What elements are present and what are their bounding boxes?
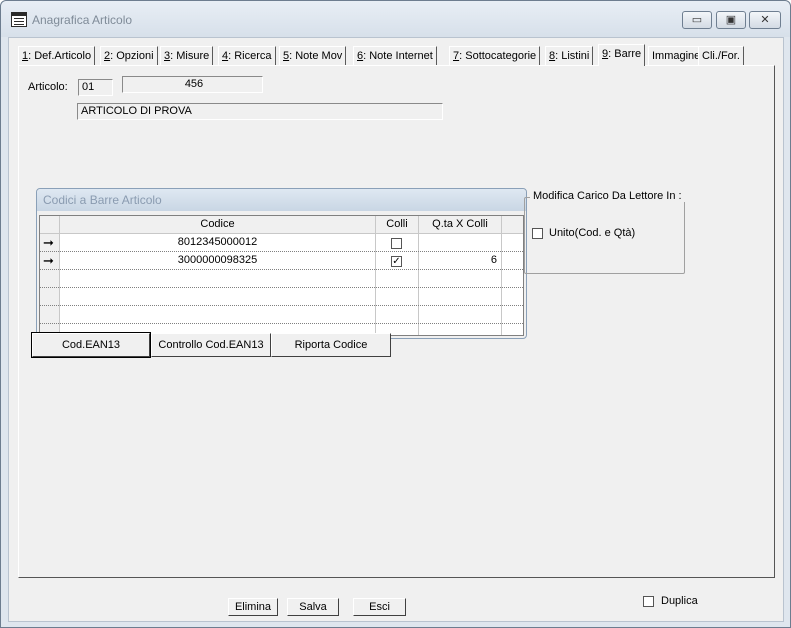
row-divider — [40, 287, 523, 288]
tab-page-barre: Articolo: 01 456 ARTICOLO DI PROVA Codic… — [18, 65, 775, 578]
row-selector[interactable] — [40, 306, 60, 324]
duplica-label: Duplica — [661, 595, 698, 607]
barcode-grid-caption: Codici a Barre Articolo — [37, 189, 526, 211]
window: Anagrafica Articolo ▭ ▣ ✕ 1: Def.Articol… — [0, 0, 791, 628]
app-form-icon — [11, 12, 27, 27]
cell-colli-checkbox[interactable]: ✓ — [391, 256, 402, 267]
tab-ricerca[interactable]: 4: Ricerca — [218, 46, 276, 65]
row-divider — [40, 305, 523, 306]
minimize-button[interactable]: ▭ — [682, 11, 712, 29]
column-header-filler — [502, 216, 523, 234]
tab-opzioni[interactable]: 2: Opzioni — [100, 46, 158, 65]
riporta-codice-button[interactable]: Riporta Codice — [271, 333, 391, 357]
grid-corner — [40, 216, 60, 234]
unito-label: Unito(Cod. e Qtà) — [549, 227, 636, 239]
controllo-ean13-button[interactable]: Controllo Cod.EAN13 — [151, 333, 271, 357]
column-header-qta-colli[interactable]: Q.ta X Colli — [419, 216, 501, 234]
title-bar[interactable]: Anagrafica Articolo ▭ ▣ ✕ — [1, 1, 790, 37]
row-selector[interactable]: ➞ — [40, 252, 60, 270]
tab-sottocategorie[interactable]: 7: Sottocategorie — [449, 46, 541, 65]
row-selector[interactable]: ➞ — [40, 234, 60, 252]
tab-barre[interactable]: 9: Barre — [598, 44, 646, 66]
row-selector[interactable] — [40, 288, 60, 306]
colli-check-mark: ✓ — [392, 256, 401, 267]
barcode-grid[interactable]: Codice Colli Q.ta X Colli ➞ ➞ 8012345000… — [39, 215, 524, 336]
row-divider — [40, 323, 523, 324]
articolo-code2-field[interactable]: 456 — [122, 76, 263, 93]
close-icon: ✕ — [760, 14, 770, 26]
row-pointer-icon: ➞ — [43, 253, 54, 268]
tab-note-internet[interactable]: 6: Note Internet — [353, 46, 437, 65]
cell-codice[interactable]: 8012345000012 — [60, 234, 375, 252]
maximize-icon: ▣ — [725, 14, 737, 26]
cod-ean13-button[interactable]: Cod.EAN13 — [31, 332, 151, 358]
reader-group-title: Modifica Carico Da Lettore In : — [530, 190, 685, 202]
duplica-checkbox[interactable] — [643, 596, 654, 607]
tab-def-articolo[interactable]: 1: Def.Articolo — [18, 46, 96, 65]
articolo-description-field[interactable]: ARTICOLO DI PROVA — [77, 103, 443, 120]
tab-listini[interactable]: 8: Listini — [545, 46, 594, 65]
window-title: Anagrafica Articolo — [32, 13, 133, 27]
client-area: 1: Def.Articolo 2: Opzioni 3: Misure 4: … — [8, 37, 784, 622]
articolo-label: Articolo: — [28, 81, 68, 93]
salva-button[interactable]: Salva — [287, 598, 339, 616]
row-pointer-icon: ➞ — [43, 235, 54, 250]
close-button[interactable]: ✕ — [749, 11, 781, 29]
elimina-button[interactable]: Elimina — [228, 598, 278, 616]
reader-load-group: Modifica Carico Da Lettore In : Unito(Co… — [524, 190, 685, 274]
cell-codice[interactable]: 3000000098325 — [60, 252, 375, 270]
articolo-code1-field[interactable]: 01 — [78, 79, 113, 96]
cell-qta-colli[interactable]: 6 — [419, 252, 497, 270]
tab-misure[interactable]: 3: Misure — [160, 46, 214, 65]
cell-qta-colli[interactable] — [419, 234, 497, 252]
maximize-button[interactable]: ▣ — [716, 11, 746, 29]
tab-immagine[interactable]: Immagine — [648, 46, 705, 65]
column-header-colli[interactable]: Colli — [376, 216, 418, 234]
unito-checkbox[interactable] — [532, 228, 543, 239]
tab-cli-for[interactable]: Cli./For. — [698, 46, 744, 65]
grid-divider — [375, 216, 376, 335]
column-header-codice[interactable]: Codice — [60, 216, 375, 234]
tab-note-mov[interactable]: 5: Note Mov — [279, 46, 347, 65]
grid-divider — [501, 216, 502, 335]
cell-colli-checkbox[interactable] — [391, 238, 402, 249]
row-selector[interactable] — [40, 270, 60, 288]
minimize-icon: ▭ — [691, 14, 703, 26]
esci-button[interactable]: Esci — [353, 598, 406, 616]
barcode-grid-panel: Codici a Barre Articolo Codice Colli Q.t… — [36, 188, 527, 339]
